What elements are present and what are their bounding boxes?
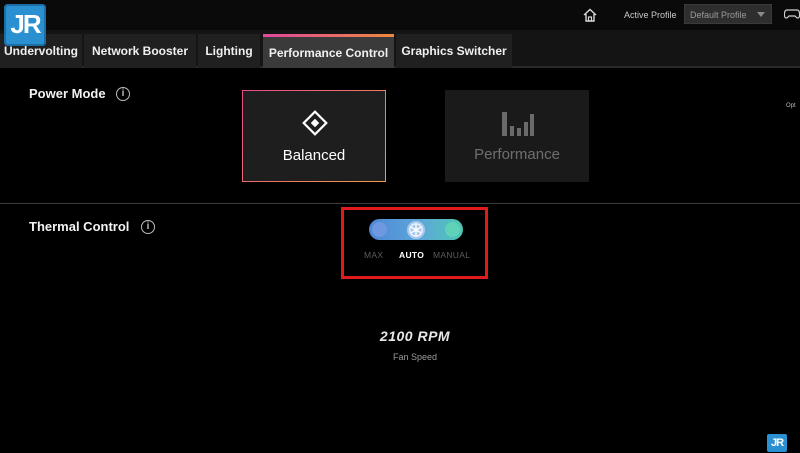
thermal-option-max[interactable]: MAX [364, 250, 383, 260]
fan-speed-label: Fan Speed [392, 352, 438, 362]
performance-mode-label: Performance [474, 146, 560, 163]
balanced-mode-label: Balanced [282, 147, 346, 164]
logo: JR [4, 4, 46, 46]
controller-icon[interactable] [784, 8, 800, 20]
tab-lighting[interactable]: Lighting [198, 34, 260, 68]
tab-performance-control[interactable]: Performance Control [263, 34, 394, 68]
section-divider [0, 203, 800, 204]
slider-stop-manual[interactable] [445, 222, 460, 237]
tab-graphics-switcher[interactable]: Graphics Switcher [396, 34, 512, 68]
logo-text: JR [10, 9, 41, 39]
thermal-control-info-icon[interactable]: i [141, 220, 155, 234]
thermal-control-title: Thermal Control [29, 219, 130, 234]
balanced-mode-button[interactable]: Balanced [242, 90, 386, 182]
active-profile-label: Active Profile [624, 10, 677, 20]
watermark-text: JR [770, 437, 784, 449]
slider-stop-max[interactable] [372, 222, 387, 237]
title-bar: Active Profile Default Profile [0, 0, 800, 30]
power-mode-info-icon[interactable]: i [116, 87, 130, 101]
thermal-option-manual[interactable]: MANUAL [433, 250, 470, 260]
home-icon[interactable] [582, 7, 598, 23]
side-text: Opt [786, 103, 796, 109]
fan-speed-value: 2100 RPM [379, 328, 451, 344]
bars-icon [502, 112, 534, 136]
tab-network-booster[interactable]: Network Booster [84, 34, 196, 68]
diamond-icon [302, 110, 328, 136]
power-mode-title: Power Mode [29, 86, 106, 101]
watermark-logo: JR [767, 434, 787, 452]
performance-mode-button[interactable]: Performance [445, 90, 589, 182]
chevron-down-icon [757, 12, 765, 17]
profile-select[interactable]: Default Profile [684, 4, 772, 24]
highlight-box [341, 207, 488, 279]
fan-icon[interactable] [406, 220, 426, 240]
profile-select-value: Default Profile [690, 10, 747, 20]
tab-bar: Undervolting Network Booster Lighting Pe… [0, 30, 800, 68]
thermal-option-auto[interactable]: AUTO [399, 250, 424, 260]
